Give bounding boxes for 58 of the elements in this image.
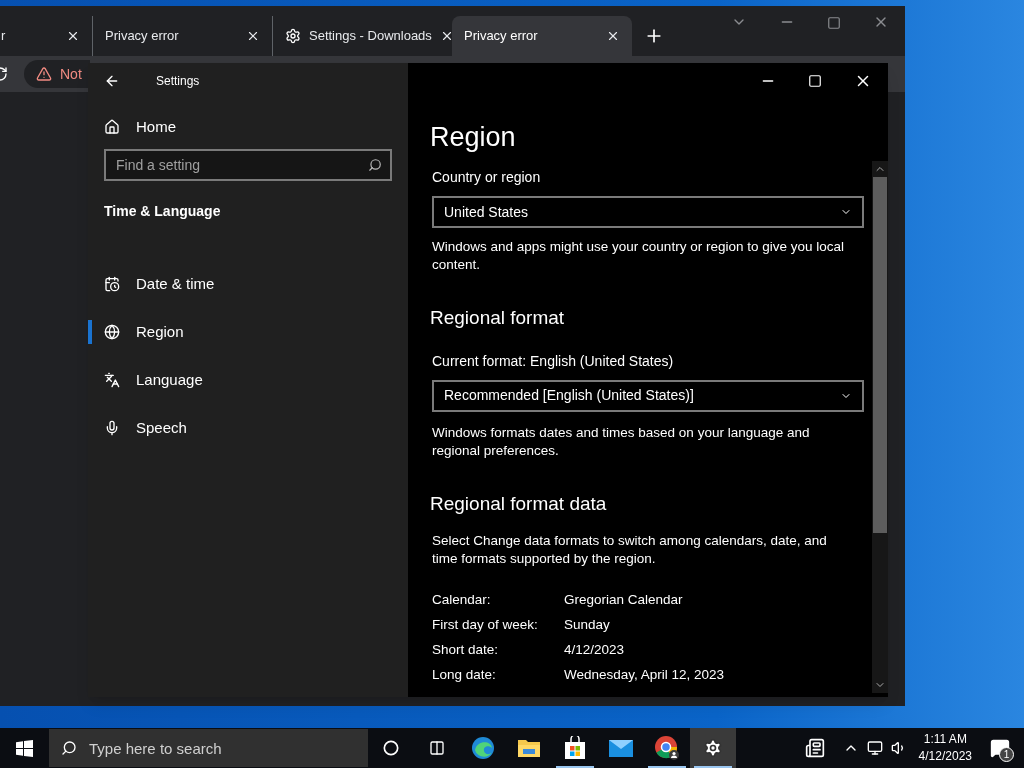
format-label: Calendar: (432, 591, 492, 609)
section-heading: Time & Language (104, 202, 222, 221)
nav-item[interactable]: Speech (88, 404, 408, 452)
home-icon (104, 119, 120, 135)
field-label: Country or region (432, 168, 542, 187)
clock[interactable]: 1:11 AM 4/12/2023 (914, 731, 976, 765)
calendar-clock-icon (104, 276, 120, 292)
field-label: Current format: English (United States) (432, 351, 675, 371)
notification-badge: 1 (999, 747, 1014, 762)
description-text: Select Change data formats to switch among calendars, date, and time formats supported by the region. (432, 532, 828, 568)
format-label: Short date: (432, 641, 500, 659)
format-label: Long date: (432, 666, 497, 684)
close-tab-icon[interactable] (66, 29, 80, 43)
nav-item[interactable]: Region (88, 308, 408, 356)
format-value: 4/12/2023 (564, 641, 625, 659)
task-view-icon (429, 740, 445, 756)
gear-icon (703, 738, 723, 758)
window-title: Settings (155, 73, 200, 90)
windows-start-icon[interactable] (16, 739, 33, 757)
browser-tab[interactable]: Privacy error (452, 16, 632, 56)
home-link[interactable]: Home (104, 115, 392, 139)
network-icon[interactable] (866, 740, 883, 756)
folder-icon (517, 737, 541, 759)
format-value: Sunday (564, 616, 610, 634)
not-secure-label: Not (60, 64, 82, 84)
scrollbar-thumb[interactable] (873, 177, 887, 533)
mail-icon (609, 738, 633, 758)
cortana-icon (383, 740, 399, 756)
nav-item[interactable]: Date & time (88, 260, 408, 308)
globe-icon (104, 324, 120, 340)
format-value: Wednesday, April 12, 2023 (564, 666, 725, 684)
taskbar-app[interactable] (690, 728, 736, 768)
chrome-icon (654, 735, 680, 761)
warning-icon (36, 66, 52, 82)
section-heading: Regional format (430, 306, 566, 330)
scrollbar[interactable] (872, 161, 888, 693)
store-bag-icon (564, 736, 586, 760)
format-value: Gregorian Calendar (564, 591, 683, 609)
format-dropdown[interactable]: Recommended [English (United States)] (432, 379, 864, 412)
taskbar-search-field[interactable]: Type here to search (49, 729, 368, 767)
search-icon (368, 158, 382, 172)
page-title: Region (430, 121, 517, 154)
description-text: Windows and apps might use your country or region to give you local content. (432, 238, 845, 274)
close-tab-icon[interactable] (246, 29, 260, 43)
search-field[interactable]: Find a setting (104, 149, 392, 181)
format-label: First day of week: (432, 616, 539, 634)
back-icon[interactable] (104, 73, 120, 89)
security-chip[interactable]: Not (24, 60, 90, 88)
search-icon (61, 740, 77, 756)
country-dropdown[interactable]: United States (432, 196, 864, 228)
gear-icon (285, 28, 301, 44)
description-text: Windows formats dates and times based on your language and regional preferences. (432, 423, 811, 460)
section-heading: Regional format data (430, 491, 608, 516)
nav-item[interactable]: Language (88, 356, 408, 404)
edge-icon (471, 736, 495, 760)
microphone-icon (104, 420, 120, 436)
close-tab-icon[interactable] (606, 29, 620, 43)
language-icon (104, 372, 120, 388)
